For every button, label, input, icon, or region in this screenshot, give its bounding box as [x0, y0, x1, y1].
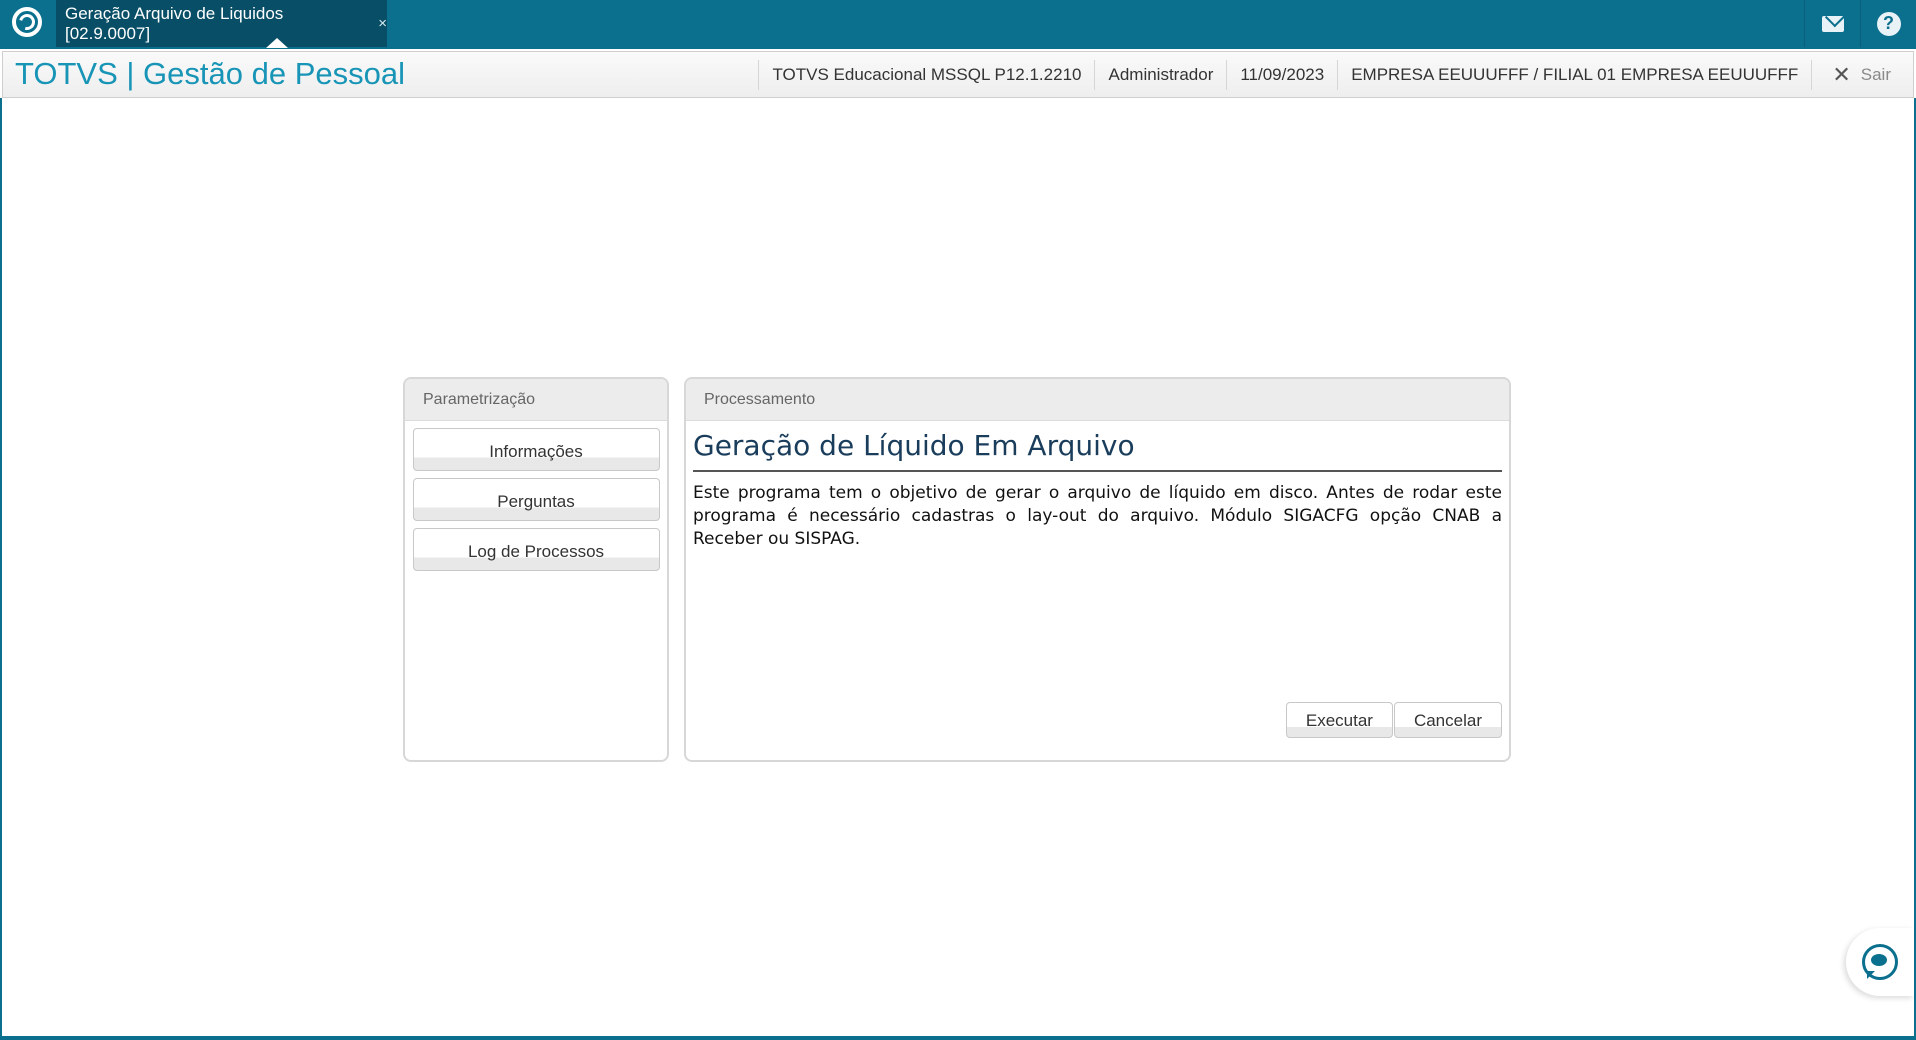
chat-icon	[1862, 944, 1898, 980]
header-info: TOTVS Educacional MSSQL P12.1.2210 Admin…	[758, 52, 1913, 97]
top-icons: ?	[1804, 0, 1916, 47]
parametrizacao-header: Parametrização	[405, 379, 667, 421]
top-bar: Geração Arquivo de Liquidos [02.9.0007] …	[0, 0, 1916, 49]
tab-title: Geração Arquivo de Liquidos [02.9.0007]	[65, 3, 284, 43]
environment-label[interactable]: TOTVS Educacional MSSQL P12.1.2210	[758, 59, 1094, 90]
process-heading: Geração de Líquido Em Arquivo	[693, 429, 1502, 472]
action-buttons: Executar Cancelar	[1285, 702, 1502, 738]
perguntas-button[interactable]: Perguntas	[412, 478, 660, 521]
processamento-panel: Processamento Geração de Líquido Em Arqu…	[684, 377, 1511, 762]
informacoes-button[interactable]: Informações	[412, 428, 660, 471]
help-button[interactable]: ?	[1860, 0, 1916, 47]
chat-widget-button[interactable]	[1846, 928, 1914, 996]
process-description: Este programa tem o objetivo de gerar o …	[693, 483, 1502, 549]
mail-button[interactable]	[1804, 0, 1860, 47]
log-processos-button[interactable]: Log de Processos	[412, 528, 660, 571]
executar-button[interactable]: Executar	[1285, 702, 1393, 738]
logout-button[interactable]: ✕ Sair	[1811, 59, 1913, 90]
processamento-header: Processamento	[686, 379, 1509, 421]
tab-geracao-arquivo[interactable]: Geração Arquivo de Liquidos [02.9.0007] …	[56, 0, 387, 48]
app-header: TOTVS | Gestão de Pessoal TOTVS Educacio…	[2, 51, 1914, 98]
close-icon: ✕	[1832, 61, 1851, 87]
company-label[interactable]: EMPRESA EEUUUFFF / FILIAL 01 EMPRESA EEU…	[1337, 59, 1811, 90]
parametrizacao-panel: Parametrização Informações Perguntas Log…	[403, 377, 669, 762]
tab-active-indicator	[266, 38, 288, 48]
tab-close-icon[interactable]: ×	[378, 15, 387, 32]
date-label[interactable]: 11/09/2023	[1226, 59, 1337, 90]
frame-left-border	[0, 98, 2, 1040]
logout-label: Sair	[1860, 64, 1891, 84]
totvs-logo-icon[interactable]	[12, 7, 42, 37]
frame-bottom-border	[0, 1036, 1916, 1040]
app-title: TOTVS | Gestão de Pessoal	[15, 56, 405, 91]
mail-icon	[1821, 15, 1844, 32]
user-label[interactable]: Administrador	[1094, 59, 1226, 90]
cancelar-button[interactable]: Cancelar	[1393, 702, 1502, 738]
help-icon: ?	[1876, 11, 1901, 36]
